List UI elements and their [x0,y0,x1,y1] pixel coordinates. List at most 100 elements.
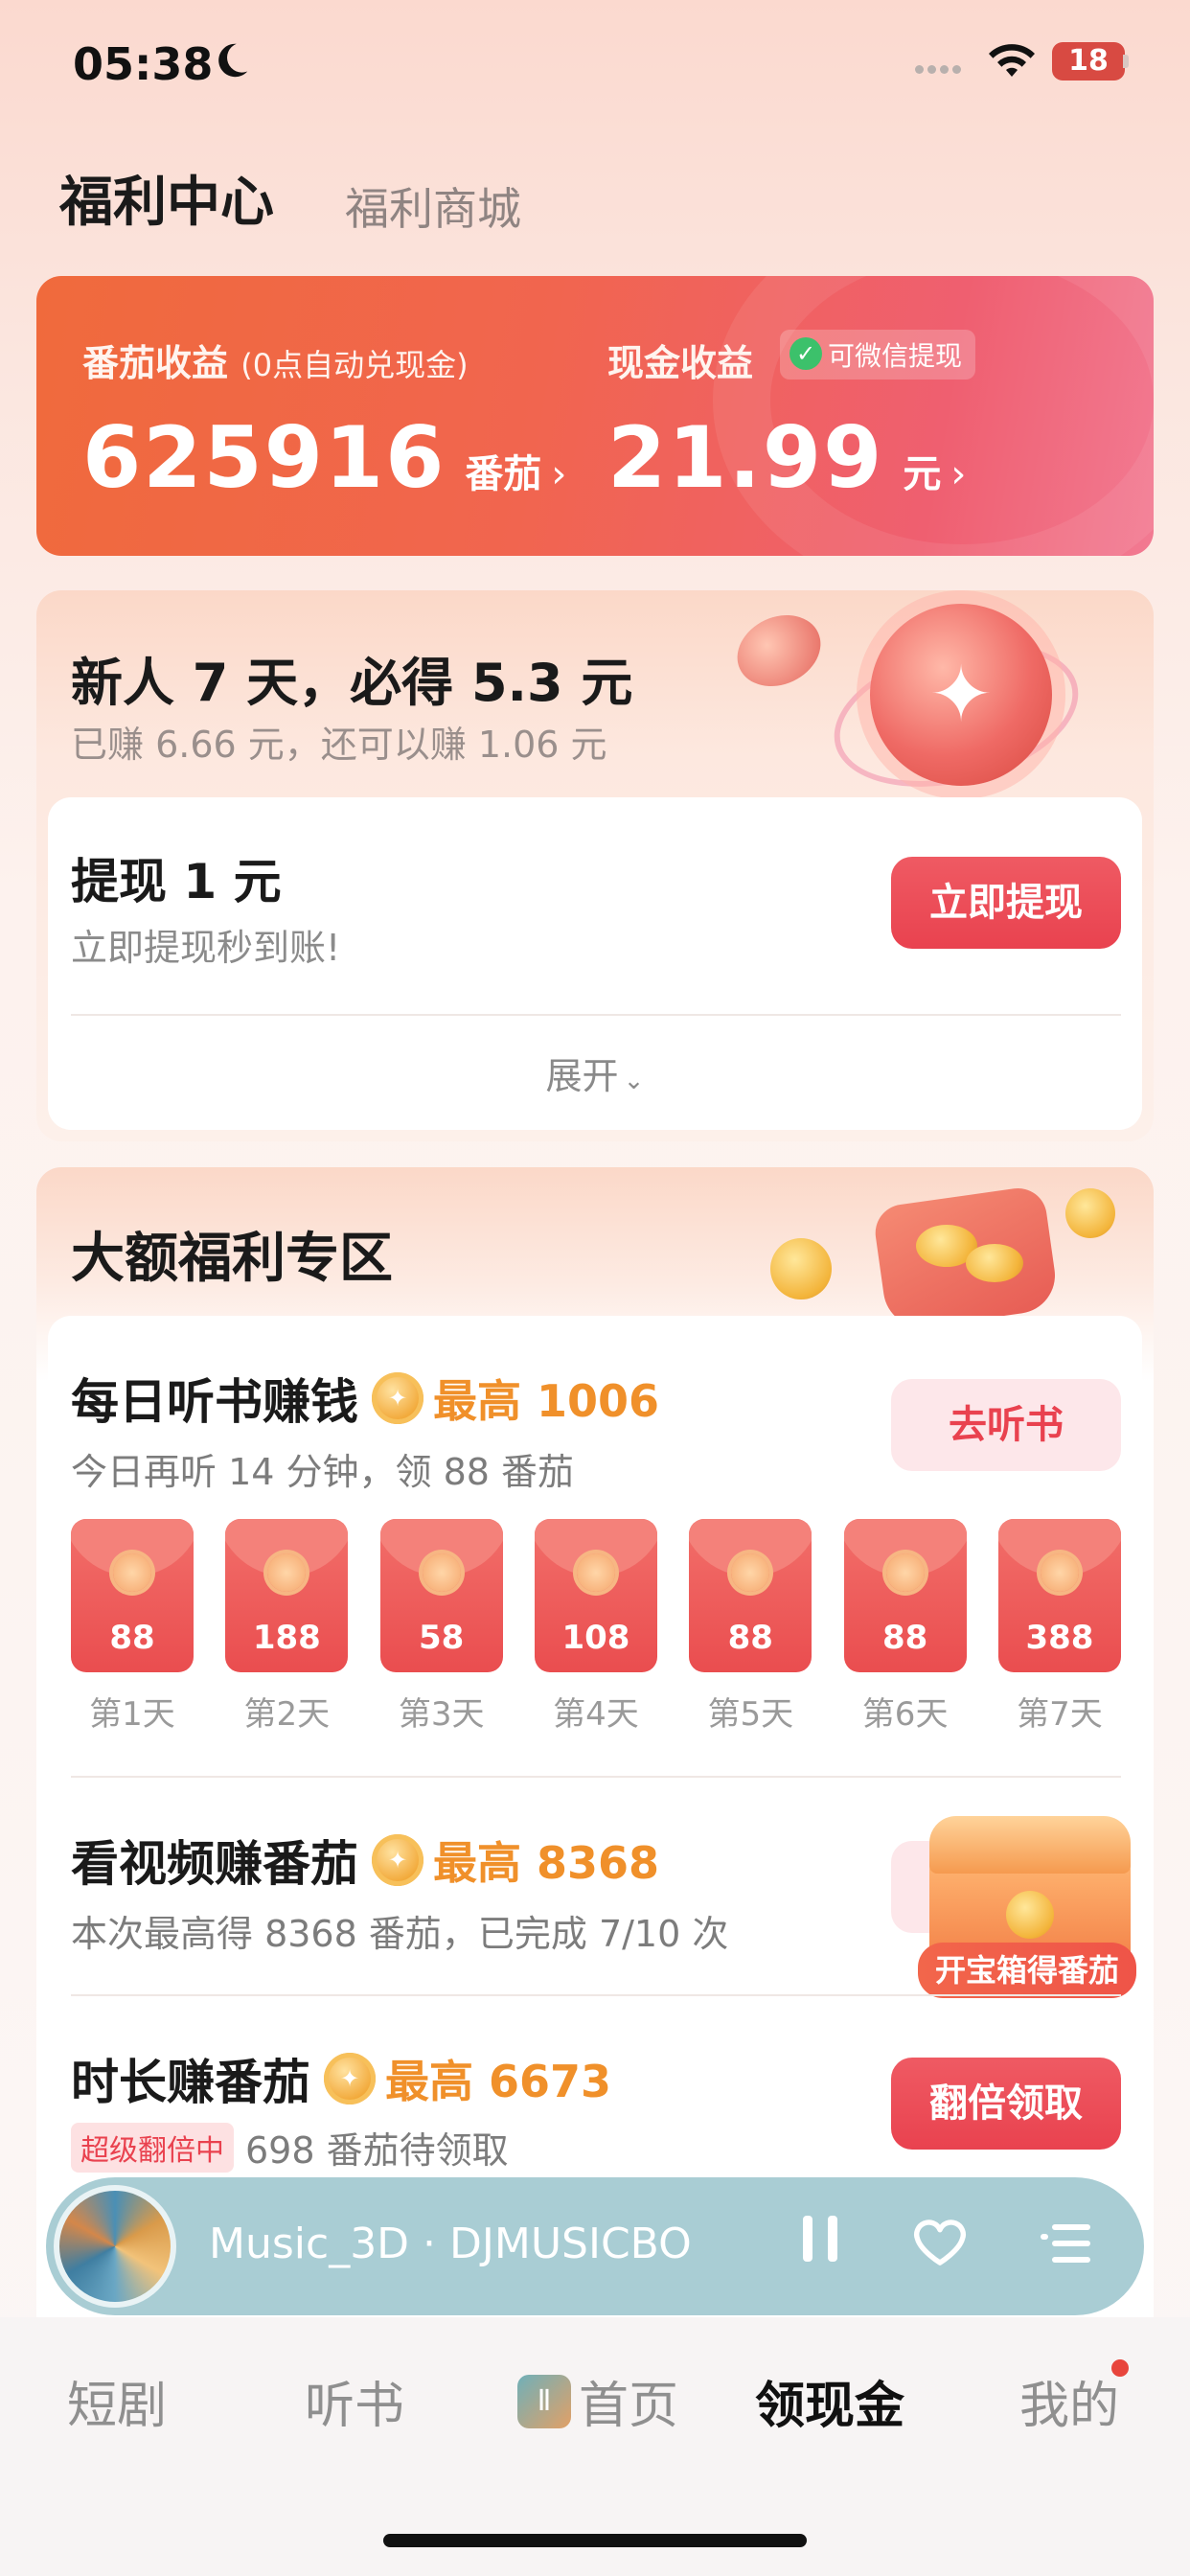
video-task-desc: 本次最高得 8368 番茄，已完成 7/10 次 [71,1913,729,1955]
day-label: 第5天 [707,1695,794,1734]
go-listen-button[interactable]: 去听书 [891,1379,1121,1471]
album-art[interactable] [54,2185,176,2308]
chevron-right-icon: › [551,452,567,496]
duration-task-desc: 698 番茄待领取 [245,2129,509,2172]
newbie-subtitle: 已赚 6.66 元，还可以赚 1.06 元 [71,724,607,766]
day-item[interactable]: 88 第6天 [843,1519,967,1735]
video-task-title: 看视频赚番茄 [71,1836,358,1892]
chevron-down-icon: ⌄ [623,1067,645,1095]
day-item[interactable]: 388 第7天 [997,1519,1121,1735]
expand-button[interactable]: 展开 ⌄ [48,1046,1142,1099]
day-label: 第7天 [1017,1695,1103,1734]
red-envelope-icon: 188 [225,1519,349,1672]
tab-welfare-mall[interactable]: 福利商城 [345,174,521,238]
wechat-withdraw-badge: ✓ 可微信提现 [780,330,976,380]
day-label: 第6天 [861,1695,949,1734]
withdraw-subtitle: 立即提现秒到账! [71,927,341,969]
envelope-amount: 388 [1025,1619,1094,1657]
divider [71,1994,1121,1996]
gold-coin-icon [770,1238,832,1300]
double-claim-button[interactable]: 翻倍领取 [891,2058,1121,2150]
small-coin-icon [725,602,833,700]
day-item[interactable]: 58 第3天 [379,1519,503,1735]
tomato-earnings-note: (0点自动兑现金) [240,347,469,383]
cash-earnings-value: 21.99 [607,408,884,507]
duration-task-status: 超级翻倍中 698 番茄待领取 [71,2121,509,2174]
notification-dot [1111,2359,1129,2377]
red-envelope-icon: 88 [71,1519,194,1672]
playlist-icon[interactable] [1037,2220,1098,2280]
tab-home-label: 首页 [579,2378,679,2435]
mini-player[interactable]: Music_3D · DJMUSICBO [46,2177,1144,2315]
coin-icon [372,1834,423,1886]
gold-coin-icon [1065,1188,1115,1238]
pause-icon[interactable] [791,2214,849,2276]
listen-task-header: 每日听书赚钱 最高 1006 [71,1364,659,1433]
day-label: 第1天 [89,1695,175,1734]
tomato-earnings-label: 番茄收益 (0点自动兑现金) [82,334,469,386]
day-label: 第3天 [398,1695,485,1734]
gold-coin-icon [966,1244,1023,1282]
super-double-tag: 超级翻倍中 [71,2122,234,2173]
listen-task-desc: 今日再听 14 分钟，领 88 番茄 [71,1451,575,1493]
day-label: 第4天 [553,1695,639,1734]
coin-icon [324,2053,376,2104]
tomato-earnings-value-link[interactable]: 625916 番茄 › [82,408,566,507]
day-item[interactable]: 188 第2天 [225,1519,349,1735]
day-item[interactable]: 88 第5天 [689,1519,812,1735]
tab-short-drama[interactable]: 短剧 [67,2365,167,2437]
video-task-max: 最高 8368 [433,1837,660,1889]
tab-get-cash[interactable]: 领现金 [755,2365,904,2437]
open-chest-label[interactable]: 开宝箱得番茄 [918,1943,1136,1998]
wifi-icon [989,44,1035,77]
signal-icon [915,59,965,78]
divider [71,1014,1121,1016]
day-item[interactable]: 108 第4天 [534,1519,657,1735]
newbie-title: 新人 7 天，必得 5.3 元 [71,653,633,713]
status-time: 05:38 [73,38,214,90]
envelope-amount: 58 [418,1619,465,1657]
day-label: 第2天 [243,1695,331,1734]
home-indicator [383,2534,807,2547]
duration-task-max: 最高 6673 [385,2056,612,2107]
tab-mine[interactable]: 我的 [1019,2365,1119,2437]
moon-icon [218,43,248,78]
listen-task-title: 每日听书赚钱 [71,1374,358,1430]
battery-indicator: 18 [1052,42,1125,80]
red-coin-icon: ✦ [870,604,1052,786]
welfare-title: 大额福利专区 [71,1228,393,1290]
day-item[interactable]: 88 第1天 [71,1519,194,1735]
cash-earnings-label: 现金收益 [607,342,754,384]
envelope-amount: 188 [252,1619,321,1657]
red-envelope-icon: 88 [843,1519,967,1672]
cash-earnings-value-link[interactable]: 21.99 元 › [607,408,966,507]
heart-icon[interactable] [906,2216,973,2280]
envelope-amount: 108 [561,1619,630,1657]
envelope-amount: 88 [727,1619,773,1657]
tomato-earnings-title: 番茄收益 [82,342,229,384]
home-app-icon: Ⅱ [517,2374,571,2428]
withdraw-now-button[interactable]: 立即提现 [891,857,1121,949]
tab-home[interactable]: Ⅱ 首页 [517,2365,678,2437]
expand-label: 展开 [545,1055,619,1097]
tomato-unit: 番茄 [465,452,542,496]
duration-task-header: 时长赚番茄 最高 6673 [71,2044,611,2113]
video-task-header: 看视频赚番茄 最高 8368 [71,1826,659,1895]
divider [71,1776,1121,1778]
cash-unit: 元 [903,452,942,496]
withdraw-panel: 提现 1 元 立即提现秒到账! 立即提现 展开 ⌄ [48,797,1142,1130]
wechat-check-icon: ✓ [790,337,822,370]
red-envelope-icon: 388 [997,1519,1121,1672]
listen-task-max: 最高 1006 [433,1375,660,1427]
tab-welfare-center[interactable]: 福利中心 [59,159,274,237]
newbie-card: ✦ 新人 7 天，必得 5.3 元 已赚 6.66 元，还可以赚 1.06 元 … [36,590,1154,1141]
red-envelope-icon: 88 [689,1519,812,1672]
red-envelope-icon: 58 [379,1519,503,1672]
tomato-earnings-value: 625916 [82,408,446,507]
coin-icon [372,1372,423,1424]
envelope-amount: 88 [881,1619,928,1657]
red-envelope-icon: 108 [534,1519,657,1672]
tab-audiobooks[interactable]: 听书 [305,2365,404,2437]
track-title: Music_3D · DJMUSICBO [209,2220,692,2268]
wechat-badge-text: 可微信提现 [828,340,963,372]
